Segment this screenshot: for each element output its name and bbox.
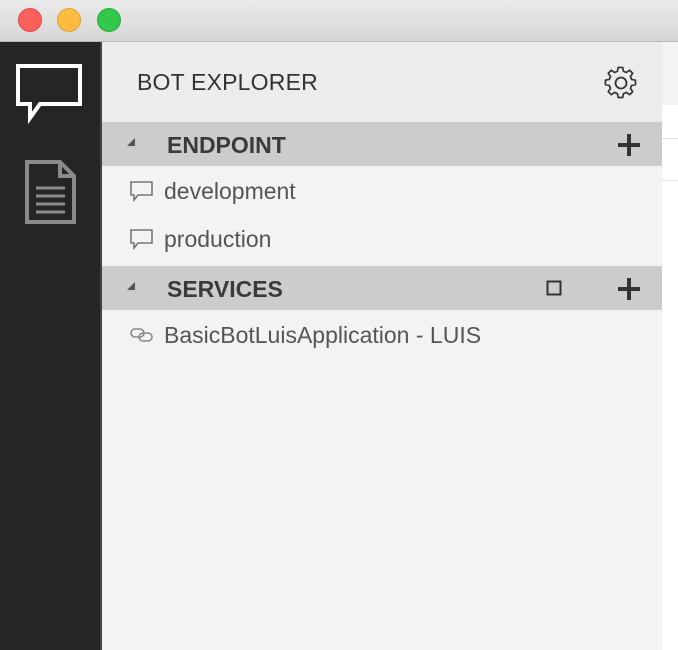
endpoint-item-production[interactable]: production: [102, 216, 662, 264]
collapse-all-square-icon[interactable]: [546, 280, 562, 296]
title-bar: [0, 0, 678, 42]
service-item-label: BasicBotLuisApplication - LUIS: [164, 322, 482, 348]
endpoint-item-label: production: [164, 226, 272, 252]
explorer-header: BOT EXPLORER: [102, 42, 662, 122]
collapse-triangle-icon[interactable]: [127, 138, 135, 146]
bot-explorer-panel: BOT EXPLORER ENDPOINT development produc…: [100, 42, 662, 650]
chat-bubble-icon: [130, 229, 153, 250]
add-endpoint-plus-icon[interactable]: [617, 133, 641, 157]
services-section-header[interactable]: SERVICES: [102, 266, 662, 310]
endpoint-section-label: ENDPOINT: [167, 132, 286, 158]
service-item-luis[interactable]: BasicBotLuisApplication - LUIS: [102, 312, 662, 360]
explorer-title: BOT EXPLORER: [137, 69, 318, 95]
endpoint-item-development[interactable]: development: [102, 168, 662, 216]
editor-area: [662, 42, 678, 650]
chat-icon: [16, 64, 82, 125]
minimize-window-button[interactable]: [57, 8, 81, 32]
transcripts-activity-button[interactable]: [10, 150, 90, 230]
services-section-label: SERVICES: [167, 276, 283, 302]
chat-bubble-icon: [130, 181, 153, 202]
add-service-plus-icon[interactable]: [617, 277, 641, 301]
endpoint-item-label: development: [164, 178, 296, 204]
document-icon: [25, 160, 76, 224]
close-window-button[interactable]: [18, 8, 42, 32]
link-icon: [130, 328, 153, 342]
maximize-window-button[interactable]: [97, 8, 121, 32]
gear-icon[interactable]: [604, 66, 638, 100]
collapse-triangle-icon[interactable]: [127, 282, 135, 290]
endpoint-section-header[interactable]: ENDPOINT: [102, 122, 662, 166]
activity-bar: [0, 42, 100, 650]
bot-explorer-activity-button[interactable]: [10, 54, 90, 134]
